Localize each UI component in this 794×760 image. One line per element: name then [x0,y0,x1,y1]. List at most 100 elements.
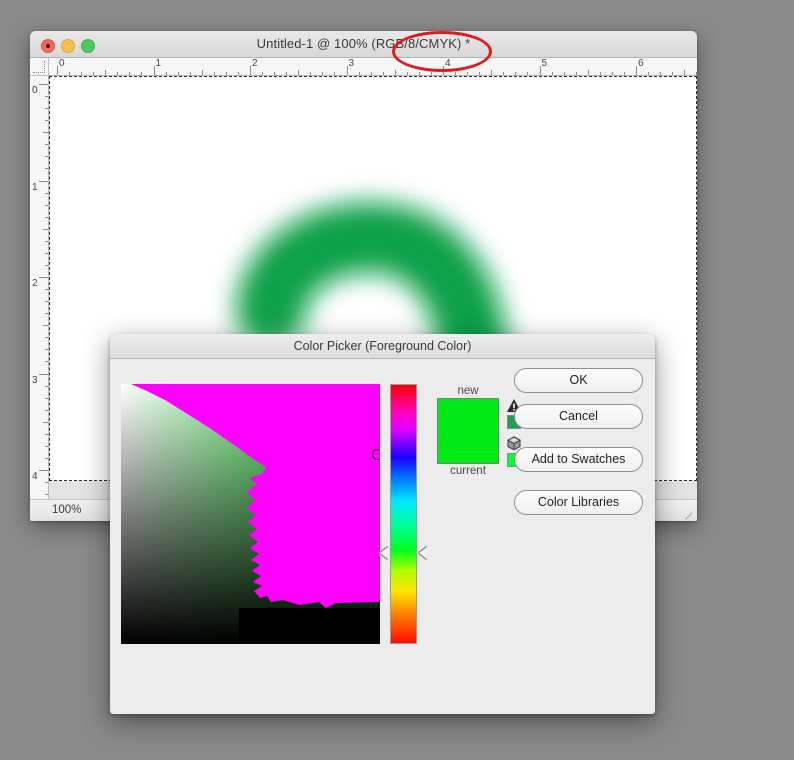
ruler-tick [515,72,517,75]
ruler-label: 2 [32,278,38,289]
ruler-tick [45,156,48,158]
ruler-tick [648,72,650,75]
ruler-tick [298,70,300,75]
ruler-tick [539,66,541,75]
preview-new-swatch[interactable] [438,399,498,431]
add-to-swatches-button[interactable]: Add to Swatches [514,447,643,472]
ruler-tick [575,72,577,75]
ruler-tick [45,108,48,110]
ruler-label: 1 [155,58,162,69]
ruler-tick [165,72,167,75]
ruler-label: 3 [348,58,355,69]
ruler-tick [45,240,48,242]
ruler-tick [93,72,95,75]
hue-slider[interactable] [390,384,417,644]
ruler-tick [587,70,589,75]
ruler-tick [237,72,239,75]
ruler-tick [563,72,565,75]
ruler-origin-corner[interactable] [30,58,49,76]
sb-cursor-marker[interactable] [371,448,380,460]
ruler-tick [45,120,48,122]
ruler-tick [479,72,481,75]
ruler-tick [117,72,119,75]
ruler-tick [310,72,312,75]
status-zoom-level[interactable]: 100% [52,500,81,521]
ruler-tick [45,494,48,496]
ruler-tick [346,66,348,75]
ruler-tick [69,72,71,75]
ruler-label: 4 [32,471,38,482]
ruler-label: 0 [59,58,65,69]
ruler-tick [45,96,48,98]
ruler-tick [189,72,191,75]
ruler-tick [39,180,48,182]
ruler-tick [105,70,107,75]
ruler-tick [611,72,613,75]
ruler-tick [406,72,408,75]
ruler-tick [503,72,505,75]
sb-render-glitch-overlay [131,384,380,644]
ruler-tick [45,482,48,484]
saturation-brightness-field[interactable] [121,384,380,644]
ruler-tick [491,70,493,75]
document-titlebar[interactable]: Untitled-1 @ 100% (RGB/8/CMYK) * [30,31,697,58]
ruler-tick [322,72,324,75]
ruler-tick [696,72,697,75]
ruler-tick [45,264,48,266]
ruler-tick [358,72,360,75]
ruler-label: 6 [638,58,644,69]
ruler-tick [370,72,372,75]
preview-current-label: current [450,465,486,477]
vertical-ruler[interactable]: 0 1 2 3 4 [30,76,49,499]
ruler-tick [660,72,662,75]
preview-new-label: new [457,385,479,397]
ruler-tick [43,132,48,134]
ruler-tick [274,72,276,75]
color-preview-block: new current [437,384,499,478]
ruler-tick [45,457,48,459]
ruler-tick [430,72,432,75]
ruler-tick [45,301,48,303]
ruler-tick [141,72,143,75]
color-libraries-button[interactable]: Color Libraries [514,490,643,515]
preview-current-swatch[interactable] [438,431,498,463]
ruler-tick [250,66,251,75]
color-picker-dialog[interactable]: Color Picker (Foreground Color) new curr… [110,334,655,714]
ruler-tick [45,433,48,435]
ruler-tick [45,216,48,218]
hue-marker-left[interactable] [380,547,388,559]
hue-marker-right[interactable] [419,547,427,559]
ruler-tick [153,66,155,75]
ruler-label: 4 [445,58,451,69]
ruler-tick [455,72,457,75]
ruler-tick [527,72,529,75]
horizontal-ruler[interactable]: 0 1 2 3 4 5 6 [49,58,697,76]
ruler-label: 5 [541,58,548,69]
ruler-tick [684,70,686,75]
ruler-tick [45,192,48,194]
ruler-label: 0 [32,85,38,96]
ruler-tick [81,72,83,75]
ruler-tick [394,70,396,75]
document-title: Untitled-1 @ 100% (RGB/8/CMYK) * [256,36,471,51]
ruler-tick [39,277,48,278]
preview-swatch-stack[interactable] [437,398,499,464]
color-picker-titlebar[interactable]: Color Picker (Foreground Color) [110,334,655,359]
ruler-tick [45,252,48,254]
ruler-tick [418,72,420,75]
ruler-tick [129,72,131,75]
ruler-tick [443,66,444,75]
ruler-tick [45,385,48,387]
ruler-tick [39,470,48,471]
ruler-tick [623,72,625,75]
ruler-tick [382,72,384,75]
cancel-button[interactable]: Cancel [514,404,643,429]
ruler-tick [43,421,48,423]
ruler-tick [177,72,179,75]
ruler-tick [467,72,469,75]
ruler-tick [39,84,48,85]
window-resize-grip[interactable] [683,507,695,521]
ruler-tick [636,66,637,75]
ruler-tick [45,144,48,146]
ok-button[interactable]: OK [514,368,643,393]
